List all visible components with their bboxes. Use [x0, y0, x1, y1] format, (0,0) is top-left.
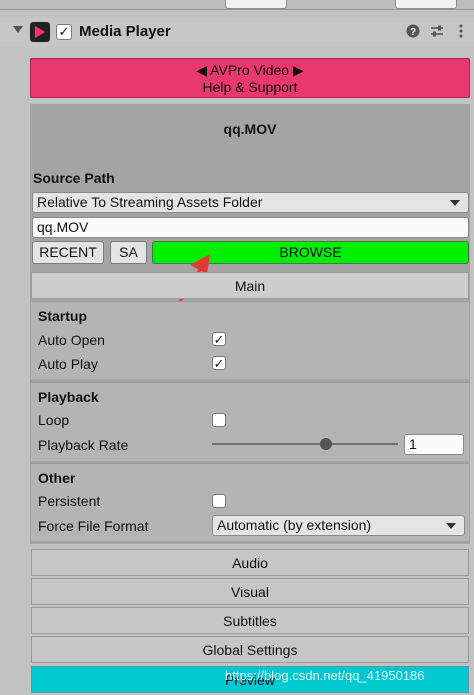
- auto-play-label: Auto Play: [38, 356, 98, 372]
- watermark: https://blog.csdn.net/qq_41950186: [225, 668, 425, 683]
- tab-subtitles[interactable]: Subtitles: [31, 607, 469, 634]
- playback-title: Playback: [38, 389, 99, 405]
- tab-global-settings[interactable]: Global Settings: [31, 636, 469, 663]
- startup-title: Startup: [38, 308, 87, 324]
- playback-rate-slider[interactable]: [212, 443, 398, 445]
- playback-rate-label: Playback Rate: [38, 437, 129, 453]
- tab-visual[interactable]: Visual: [31, 578, 469, 605]
- auto-open-label: Auto Open: [38, 332, 105, 348]
- playback-rate-input[interactable]: 1: [404, 434, 464, 455]
- persistent-label: Persistent: [38, 493, 101, 509]
- loop-checkbox[interactable]: [212, 413, 226, 427]
- loop-label: Loop: [38, 412, 70, 428]
- file-format-dropdown[interactable]: Automatic (by extension): [212, 515, 465, 536]
- persistent-checkbox[interactable]: [212, 494, 226, 508]
- playback-rate-value: 1: [409, 436, 417, 452]
- slider-handle[interactable]: [320, 438, 332, 450]
- force-file-format-label: Force File Format: [38, 518, 149, 534]
- tab-audio[interactable]: Audio: [31, 549, 469, 576]
- file-format-value: Automatic (by extension): [217, 517, 372, 533]
- other-title: Other: [38, 470, 76, 486]
- tab-main[interactable]: Main: [31, 272, 469, 299]
- chevron-down-icon: [446, 523, 456, 529]
- auto-play-checkbox[interactable]: ✓: [212, 356, 226, 371]
- auto-open-checkbox[interactable]: ✓: [212, 332, 226, 347]
